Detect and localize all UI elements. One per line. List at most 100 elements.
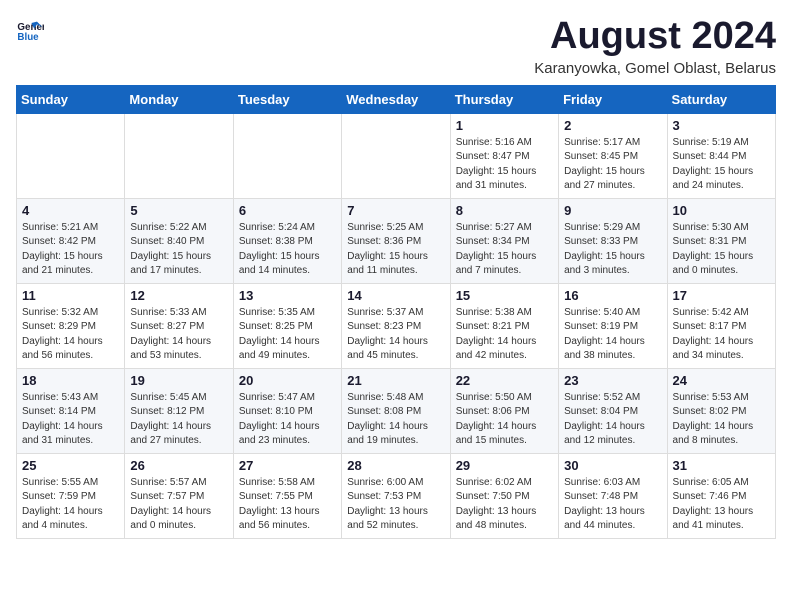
day-number: 2 <box>564 118 661 133</box>
calendar-cell: 13 Sunrise: 5:35 AMSunset: 8:25 PMDaylig… <box>233 283 341 368</box>
day-detail: Sunrise: 5:32 AMSunset: 8:29 PMDaylight:… <box>22 306 119 364</box>
calendar-cell: 24 Sunrise: 5:53 AMSunset: 8:02 PMDaylig… <box>667 368 775 453</box>
day-number: 27 <box>239 458 336 473</box>
calendar-cell: 8 Sunrise: 5:27 AMSunset: 8:34 PMDayligh… <box>450 198 558 283</box>
day-number: 26 <box>130 458 227 473</box>
calendar-cell <box>17 113 125 198</box>
weekday-header: Sunday <box>17 85 125 113</box>
day-number: 25 <box>22 458 119 473</box>
calendar-cell: 25 Sunrise: 5:55 AMSunset: 7:59 PMDaylig… <box>17 453 125 538</box>
calendar-cell: 5 Sunrise: 5:22 AMSunset: 8:40 PMDayligh… <box>125 198 233 283</box>
calendar-cell: 6 Sunrise: 5:24 AMSunset: 8:38 PMDayligh… <box>233 198 341 283</box>
day-number: 8 <box>456 203 553 218</box>
day-detail: Sunrise: 5:22 AMSunset: 8:40 PMDaylight:… <box>130 221 227 279</box>
day-detail: Sunrise: 6:05 AMSunset: 7:46 PMDaylight:… <box>673 476 770 534</box>
day-number: 31 <box>673 458 770 473</box>
day-detail: Sunrise: 5:40 AMSunset: 8:19 PMDaylight:… <box>564 306 661 364</box>
day-number: 13 <box>239 288 336 303</box>
calendar-cell: 31 Sunrise: 6:05 AMSunset: 7:46 PMDaylig… <box>667 453 775 538</box>
day-detail: Sunrise: 5:16 AMSunset: 8:47 PMDaylight:… <box>456 136 553 194</box>
calendar-cell: 17 Sunrise: 5:42 AMSunset: 8:17 PMDaylig… <box>667 283 775 368</box>
day-detail: Sunrise: 5:30 AMSunset: 8:31 PMDaylight:… <box>673 221 770 279</box>
day-number: 15 <box>456 288 553 303</box>
day-number: 23 <box>564 373 661 388</box>
calendar-cell <box>233 113 341 198</box>
day-number: 10 <box>673 203 770 218</box>
day-detail: Sunrise: 5:33 AMSunset: 8:27 PMDaylight:… <box>130 306 227 364</box>
day-detail: Sunrise: 6:02 AMSunset: 7:50 PMDaylight:… <box>456 476 553 534</box>
calendar-cell: 3 Sunrise: 5:19 AMSunset: 8:44 PMDayligh… <box>667 113 775 198</box>
location-subtitle: Karanyowka, Gomel Oblast, Belarus <box>534 60 776 77</box>
day-detail: Sunrise: 5:55 AMSunset: 7:59 PMDaylight:… <box>22 476 119 534</box>
day-number: 29 <box>456 458 553 473</box>
day-detail: Sunrise: 5:53 AMSunset: 8:02 PMDaylight:… <box>673 391 770 449</box>
day-detail: Sunrise: 5:57 AMSunset: 7:57 PMDaylight:… <box>130 476 227 534</box>
day-detail: Sunrise: 5:47 AMSunset: 8:10 PMDaylight:… <box>239 391 336 449</box>
title-block: August 2024 Karanyowka, Gomel Oblast, Be… <box>534 16 776 77</box>
day-detail: Sunrise: 5:45 AMSunset: 8:12 PMDaylight:… <box>130 391 227 449</box>
day-number: 1 <box>456 118 553 133</box>
day-number: 22 <box>456 373 553 388</box>
weekday-header: Friday <box>559 85 667 113</box>
day-detail: Sunrise: 5:38 AMSunset: 8:21 PMDaylight:… <box>456 306 553 364</box>
calendar-week-row: 25 Sunrise: 5:55 AMSunset: 7:59 PMDaylig… <box>17 453 776 538</box>
day-detail: Sunrise: 5:25 AMSunset: 8:36 PMDaylight:… <box>347 221 444 279</box>
day-detail: Sunrise: 5:58 AMSunset: 7:55 PMDaylight:… <box>239 476 336 534</box>
calendar-cell <box>342 113 450 198</box>
weekday-header: Saturday <box>667 85 775 113</box>
day-number: 4 <box>22 203 119 218</box>
day-number: 28 <box>347 458 444 473</box>
calendar-cell: 20 Sunrise: 5:47 AMSunset: 8:10 PMDaylig… <box>233 368 341 453</box>
day-detail: Sunrise: 5:24 AMSunset: 8:38 PMDaylight:… <box>239 221 336 279</box>
calendar-cell: 11 Sunrise: 5:32 AMSunset: 8:29 PMDaylig… <box>17 283 125 368</box>
calendar-cell: 12 Sunrise: 5:33 AMSunset: 8:27 PMDaylig… <box>125 283 233 368</box>
weekday-header: Monday <box>125 85 233 113</box>
calendar-cell: 7 Sunrise: 5:25 AMSunset: 8:36 PMDayligh… <box>342 198 450 283</box>
calendar-cell: 14 Sunrise: 5:37 AMSunset: 8:23 PMDaylig… <box>342 283 450 368</box>
calendar-week-row: 4 Sunrise: 5:21 AMSunset: 8:42 PMDayligh… <box>17 198 776 283</box>
day-detail: Sunrise: 5:35 AMSunset: 8:25 PMDaylight:… <box>239 306 336 364</box>
day-number: 21 <box>347 373 444 388</box>
calendar-cell: 28 Sunrise: 6:00 AMSunset: 7:53 PMDaylig… <box>342 453 450 538</box>
weekday-header: Tuesday <box>233 85 341 113</box>
day-detail: Sunrise: 6:03 AMSunset: 7:48 PMDaylight:… <box>564 476 661 534</box>
calendar-cell: 18 Sunrise: 5:43 AMSunset: 8:14 PMDaylig… <box>17 368 125 453</box>
day-number: 16 <box>564 288 661 303</box>
calendar-week-row: 1 Sunrise: 5:16 AMSunset: 8:47 PMDayligh… <box>17 113 776 198</box>
svg-text:Blue: Blue <box>17 32 39 43</box>
calendar-week-row: 18 Sunrise: 5:43 AMSunset: 8:14 PMDaylig… <box>17 368 776 453</box>
day-detail: Sunrise: 5:48 AMSunset: 8:08 PMDaylight:… <box>347 391 444 449</box>
weekday-header: Thursday <box>450 85 558 113</box>
weekday-header: Wednesday <box>342 85 450 113</box>
day-detail: Sunrise: 6:00 AMSunset: 7:53 PMDaylight:… <box>347 476 444 534</box>
calendar-cell: 9 Sunrise: 5:29 AMSunset: 8:33 PMDayligh… <box>559 198 667 283</box>
day-number: 24 <box>673 373 770 388</box>
calendar-cell: 26 Sunrise: 5:57 AMSunset: 7:57 PMDaylig… <box>125 453 233 538</box>
month-year-title: August 2024 <box>534 16 776 58</box>
day-number: 17 <box>673 288 770 303</box>
day-number: 3 <box>673 118 770 133</box>
calendar-cell: 2 Sunrise: 5:17 AMSunset: 8:45 PMDayligh… <box>559 113 667 198</box>
calendar-cell: 23 Sunrise: 5:52 AMSunset: 8:04 PMDaylig… <box>559 368 667 453</box>
calendar-cell: 16 Sunrise: 5:40 AMSunset: 8:19 PMDaylig… <box>559 283 667 368</box>
day-number: 19 <box>130 373 227 388</box>
calendar-cell: 15 Sunrise: 5:38 AMSunset: 8:21 PMDaylig… <box>450 283 558 368</box>
day-detail: Sunrise: 5:27 AMSunset: 8:34 PMDaylight:… <box>456 221 553 279</box>
day-number: 11 <box>22 288 119 303</box>
calendar-cell <box>125 113 233 198</box>
day-detail: Sunrise: 5:43 AMSunset: 8:14 PMDaylight:… <box>22 391 119 449</box>
day-detail: Sunrise: 5:50 AMSunset: 8:06 PMDaylight:… <box>456 391 553 449</box>
calendar-cell: 22 Sunrise: 5:50 AMSunset: 8:06 PMDaylig… <box>450 368 558 453</box>
day-detail: Sunrise: 5:21 AMSunset: 8:42 PMDaylight:… <box>22 221 119 279</box>
day-number: 30 <box>564 458 661 473</box>
day-number: 20 <box>239 373 336 388</box>
day-number: 14 <box>347 288 444 303</box>
calendar-cell: 1 Sunrise: 5:16 AMSunset: 8:47 PMDayligh… <box>450 113 558 198</box>
calendar-cell: 29 Sunrise: 6:02 AMSunset: 7:50 PMDaylig… <box>450 453 558 538</box>
calendar-cell: 27 Sunrise: 5:58 AMSunset: 7:55 PMDaylig… <box>233 453 341 538</box>
day-detail: Sunrise: 5:19 AMSunset: 8:44 PMDaylight:… <box>673 136 770 194</box>
day-number: 9 <box>564 203 661 218</box>
calendar-cell: 30 Sunrise: 6:03 AMSunset: 7:48 PMDaylig… <box>559 453 667 538</box>
day-number: 12 <box>130 288 227 303</box>
calendar-cell: 10 Sunrise: 5:30 AMSunset: 8:31 PMDaylig… <box>667 198 775 283</box>
